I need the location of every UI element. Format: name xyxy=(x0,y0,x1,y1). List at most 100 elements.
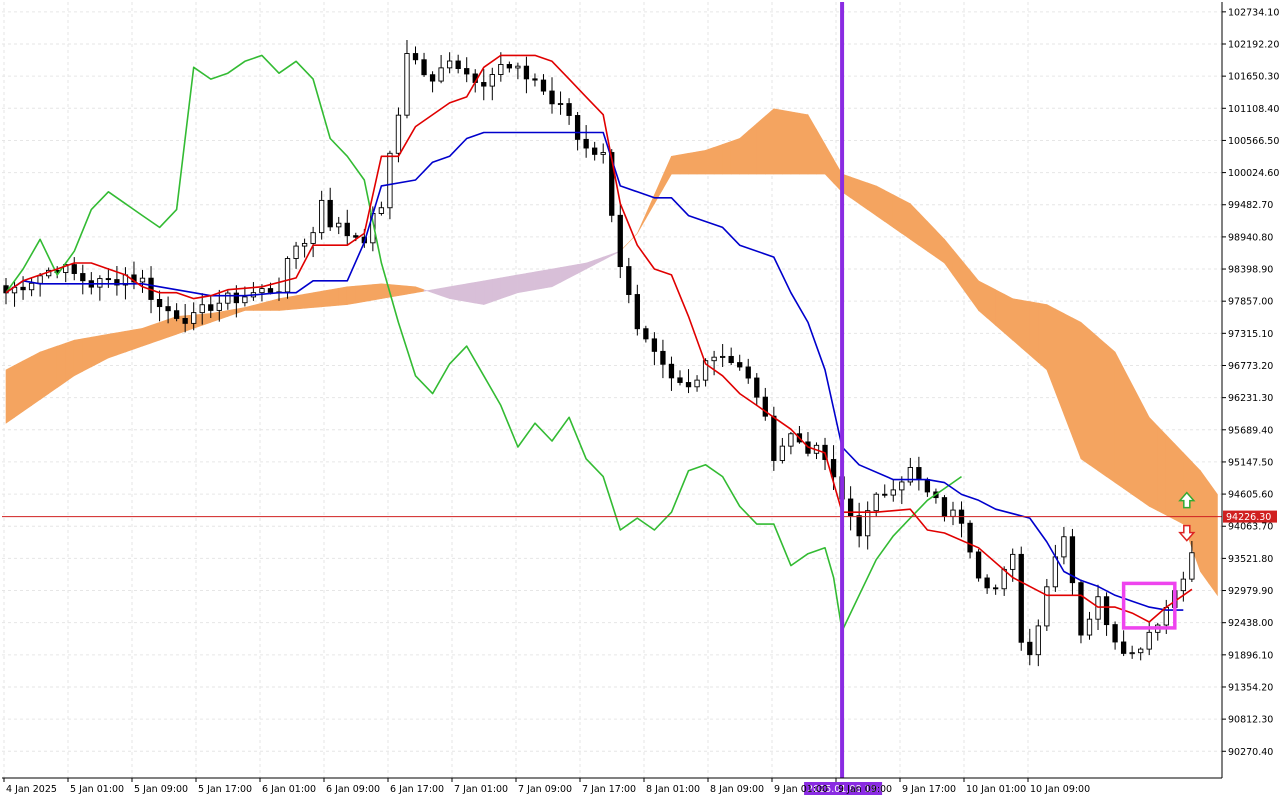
candle-bullish xyxy=(489,67,495,101)
y-tick-label: 90812.30 xyxy=(1228,715,1273,726)
cloud-segment-bullish xyxy=(73,338,84,377)
x-tick-label: 7 Jan 09:00 xyxy=(518,784,572,795)
cloud-segment-bullish xyxy=(696,149,706,175)
x-tick-label: 6 Jan 09:00 xyxy=(326,784,380,795)
candle-bullish xyxy=(225,290,231,310)
cloud-segment-bullish xyxy=(1003,293,1014,341)
candle-bearish xyxy=(455,54,461,74)
candle-bearish xyxy=(173,303,180,322)
candle-bearish xyxy=(993,584,999,595)
candle-bearish xyxy=(728,347,734,366)
candle-bullish xyxy=(1044,578,1050,631)
cloud-segment-bullish xyxy=(1174,443,1184,525)
cloud-segment-bullish xyxy=(253,302,263,311)
cloud-segment-bearish xyxy=(543,268,553,289)
candle-bearish xyxy=(856,502,862,548)
candle-bearish xyxy=(566,98,572,125)
x-tick-label: 4 Jan 2025 xyxy=(6,784,57,795)
candle-bearish xyxy=(429,71,436,93)
cloud-segment-bullish xyxy=(952,248,962,288)
cloud-segment-bullish xyxy=(227,308,237,317)
cloud-segment-bullish xyxy=(133,327,143,350)
x-tick-label: 8 Jan 09:00 xyxy=(710,784,764,795)
x-tick-label: 7 Jan 01:00 xyxy=(454,784,508,795)
cloud-segment-bullish xyxy=(287,295,297,311)
cloud-segment-bullish xyxy=(201,313,212,326)
candle-bullish xyxy=(28,278,35,297)
candle-bearish xyxy=(762,387,768,421)
y-tick-label: 91896.10 xyxy=(1228,650,1273,661)
candle-bearish xyxy=(737,354,743,371)
y-tick-label: 95147.50 xyxy=(1228,457,1273,468)
candle-bearish xyxy=(882,484,888,498)
candle-bearish xyxy=(532,73,538,87)
cloud-segment-bearish xyxy=(534,270,544,291)
candle-bearish xyxy=(651,332,658,366)
chart-canvas[interactable]: 94226.302025.01.08 19:00 102734.10102192… xyxy=(0,0,1280,800)
x-tick-label: 5 Jan 09:00 xyxy=(134,784,188,795)
candle-bearish xyxy=(481,69,487,101)
x-tick-label: 10 Jan 01:00 xyxy=(966,784,1026,795)
cloud-segment-bullish xyxy=(961,259,971,300)
candle-bullish xyxy=(139,269,146,293)
cloud-segment-bullish xyxy=(662,156,672,191)
cloud-segment-bullish xyxy=(1097,336,1107,478)
cloud-segment-bullish xyxy=(927,220,937,258)
cloud-segment-bullish xyxy=(1200,469,1210,585)
cloud-segment-bullish xyxy=(799,112,809,175)
cloud-segment-bullish xyxy=(329,287,340,307)
candle-bearish xyxy=(1103,592,1110,636)
cloud-segment-bullish xyxy=(346,285,357,305)
cloud-segment-bullish xyxy=(850,176,860,205)
cloud-segment-bullish xyxy=(364,284,374,302)
candle-bearish xyxy=(941,495,948,522)
x-tick-label: 8 Jan 01:00 xyxy=(646,784,700,795)
candle-bearish xyxy=(574,111,581,151)
candle-bearish xyxy=(958,501,965,538)
ichimoku-chart[interactable]: 94226.30 2025.01.08 19:00 102734.10 102192… xyxy=(0,0,1280,800)
cloud-segment-bullish xyxy=(1089,329,1099,472)
cloud-segment-bullish xyxy=(790,111,800,175)
candle-bullish xyxy=(293,241,299,269)
cloud-segment-bullish xyxy=(730,138,741,175)
candle-bearish xyxy=(464,57,470,83)
y-tick-label: 91354.20 xyxy=(1228,682,1273,693)
candle-bearish xyxy=(1018,546,1024,651)
x-tick-label: 7 Jan 17:00 xyxy=(582,784,636,795)
cloud-segment-bullish xyxy=(1080,321,1090,466)
cloud-segment-bullish xyxy=(747,122,758,175)
cloud-segment-bullish xyxy=(1038,302,1048,371)
cloud-segment-bearish xyxy=(474,280,485,305)
candle-bullish xyxy=(250,282,257,301)
cloud-segment-bearish xyxy=(568,264,578,279)
cloud-segment-bullish xyxy=(722,140,732,175)
candle-bearish xyxy=(1078,579,1084,644)
candle-bearish xyxy=(71,257,77,281)
cloud-segment-bullish xyxy=(48,345,58,395)
cloud-segment-bullish xyxy=(884,189,894,229)
y-tick-label: 95689.40 xyxy=(1228,425,1273,436)
cloud-segment-bullish xyxy=(321,289,331,308)
cloud-segment-bullish xyxy=(713,143,723,175)
y-tick-label: 99482.70 xyxy=(1228,200,1273,211)
y-tick-label: 102734.10 xyxy=(1228,7,1279,18)
candle-bullish xyxy=(788,431,794,455)
cloud-segment-bullish xyxy=(705,146,715,175)
cloud-segment-bullish xyxy=(1114,351,1124,490)
cloud-segment-bullish xyxy=(1157,425,1167,516)
cloud-segment-bullish xyxy=(5,364,15,424)
cloud-segment-bearish xyxy=(483,278,493,305)
cloud-segment-bullish xyxy=(82,336,92,372)
y-tick-label: 93521.80 xyxy=(1228,554,1273,565)
x-tick-label: 9 Jan 17:00 xyxy=(902,784,956,795)
cloud-segment-bullish xyxy=(99,333,109,363)
cloud-segment-bearish xyxy=(594,256,604,266)
cloud-segment-bullish xyxy=(654,175,664,205)
y-tick-label: 92438.00 xyxy=(1228,618,1273,629)
candle-bullish xyxy=(438,54,444,84)
candle-bearish xyxy=(592,141,598,161)
cloud-segment-bearish xyxy=(577,262,587,274)
cloud-segment-bullish xyxy=(210,311,220,323)
cloud-segment-bullish xyxy=(167,316,177,338)
cloud-segment-bullish xyxy=(295,293,305,310)
